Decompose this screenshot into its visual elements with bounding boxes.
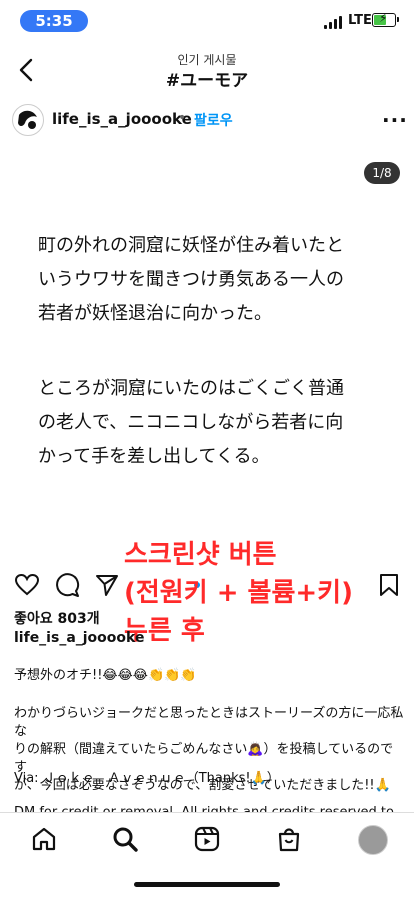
image-text-line: いうウワサを聞きつけ勇気ある一人の <box>38 269 344 290</box>
caption-line: わかりづらいジョークだと思ったときはストーリーズの方に一応私な <box>14 706 404 739</box>
profile-avatar[interactable] <box>358 825 388 855</box>
battery-icon: ⚡ <box>372 11 396 27</box>
image-text-line: かって手を差し出してくる。 <box>38 446 270 467</box>
page-title: #ユーモア <box>165 71 249 91</box>
overlay-line: (전원키 + 볼륨+키) <box>124 578 353 608</box>
post-username[interactable]: life_is_a_jooooke <box>52 110 192 128</box>
image-text-paragraph-2: ところが洞窟にいたのはごくごく普通 の老人で、ニコニコしながら若者に向 かって手… <box>38 372 388 474</box>
overlay-line: 스크린샷 버튼 <box>124 540 277 570</box>
image-text-line: ところが洞窟にいたのはごくごく普通 <box>38 378 344 399</box>
home-indicator <box>134 882 280 887</box>
reels-icon[interactable] <box>193 825 221 853</box>
shop-icon[interactable] <box>275 825 303 853</box>
image-text-paragraph-1: 町の外れの洞窟に妖怪が住み着いたと いうウワサを聞きつけ勇気ある一人の 若者が妖… <box>38 229 388 331</box>
bookmark-icon[interactable] <box>376 572 402 598</box>
signal-icon <box>324 15 342 29</box>
home-icon[interactable] <box>30 825 58 853</box>
caption-username[interactable]: life_is_a_jooooke <box>14 630 144 646</box>
more-options-icon[interactable]: ··· <box>382 108 408 132</box>
caption-line: Via: Ｊｏｋｅ Ａｖｅｎｕｅ（Thanks!🙏） <box>14 771 280 786</box>
search-icon[interactable] <box>111 825 139 853</box>
battery-nub <box>397 17 399 22</box>
caption-line: 予想外のオチ!!😂😂😂👏👏👏 <box>14 668 197 683</box>
comment-icon[interactable] <box>54 572 80 598</box>
post-image[interactable] <box>0 145 414 565</box>
likes-count[interactable]: 좋아요 803개 <box>14 608 100 628</box>
screenshot-instruction-overlay: 스크린샷 버튼 (전원키 + 볼륨+키) 누른 후 <box>124 536 353 650</box>
image-text-line: の老人で、ニコニコしながら若者に向 <box>38 412 344 433</box>
user-avatar[interactable] <box>12 104 44 136</box>
overlay-line: 누른 후 <box>124 616 205 646</box>
share-icon[interactable] <box>94 572 120 598</box>
like-heart-icon[interactable] <box>14 572 40 598</box>
network-label: LTE <box>348 13 372 28</box>
separator-dot: • <box>178 110 187 126</box>
image-counter: 1/8 <box>364 162 400 184</box>
follow-button[interactable]: 팔로우 <box>194 110 233 130</box>
status-time: 5:35 <box>20 10 88 32</box>
image-text-line: 町の外れの洞窟に妖怪が住み着いたと <box>38 235 344 256</box>
image-text-line: 若者が妖怪退治に向かった。 <box>38 303 272 324</box>
